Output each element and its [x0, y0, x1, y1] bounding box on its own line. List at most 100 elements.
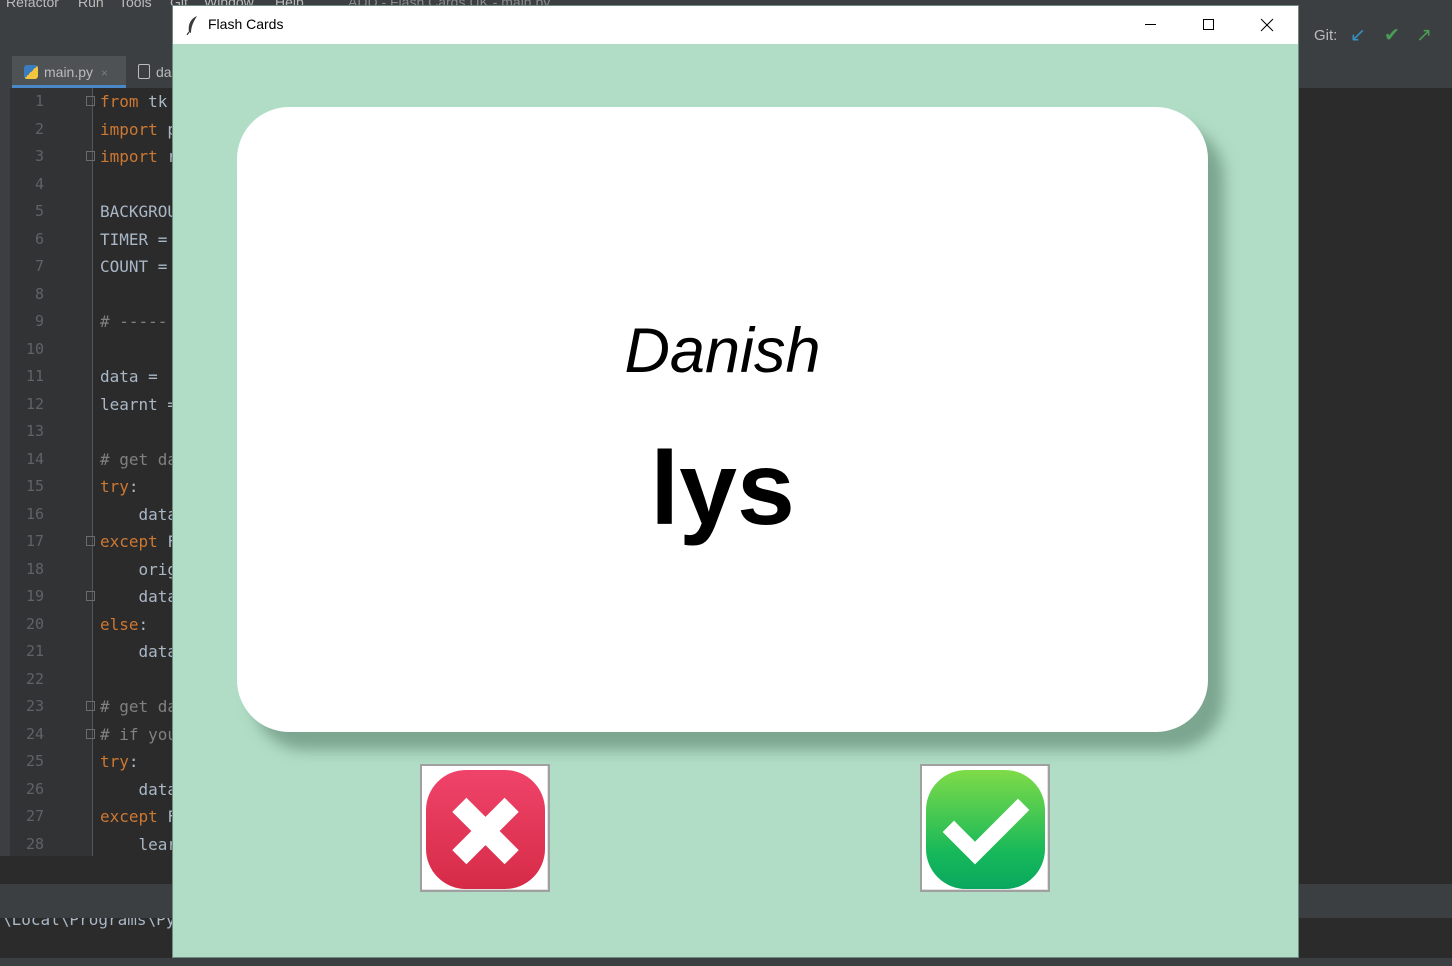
code-comment: # if you	[100, 724, 178, 744]
code-line: import r	[100, 143, 177, 170]
line-number: 23	[25, 697, 44, 715]
code-line: data	[100, 501, 178, 528]
menu-run[interactable]: Run	[78, 0, 104, 10]
right-button[interactable]	[920, 764, 1050, 892]
app-canvas: Danish lys	[173, 44, 1298, 957]
code-keyword: try	[100, 477, 129, 496]
code-keyword: import	[100, 147, 158, 166]
card-language: Danish	[624, 316, 821, 386]
fold-marker-icon[interactable]	[86, 728, 95, 739]
line-number: 12	[25, 394, 44, 413]
fold-marker-icon[interactable]	[86, 701, 95, 711]
code-line: data =	[100, 363, 158, 390]
code-line: try:	[100, 748, 139, 775]
window-titlebar[interactable]: Flash Cards	[173, 6, 1298, 44]
close-button[interactable]	[1238, 6, 1296, 44]
code-line: except F	[100, 528, 177, 555]
code-line: from tk	[100, 88, 167, 115]
menu-tools[interactable]: Tools	[119, 0, 152, 10]
code-line: data	[100, 776, 178, 803]
line-number: 17	[25, 532, 44, 550]
flash-cards-window: Flash Cards Danish lys	[173, 6, 1298, 957]
code-line: # -----	[100, 308, 167, 335]
code-line: data	[100, 583, 178, 610]
line-number: 14	[25, 449, 44, 468]
line-number: 7	[34, 257, 44, 275]
code-comment: # get da	[100, 697, 178, 716]
code-line: learnt =	[100, 391, 177, 418]
window-title: Flash Cards	[208, 16, 284, 32]
git-toolbar: Git: ↙ ✔ ↗	[1300, 22, 1452, 56]
code-line: # get da	[100, 693, 177, 720]
git-commit-icon[interactable]: ✔	[1384, 24, 1400, 46]
code-text: COUNT =	[100, 257, 168, 276]
line-number: 22	[25, 669, 44, 688]
line-number: 26	[25, 779, 44, 798]
code-text: orig	[100, 559, 178, 579]
card-word: lys	[650, 431, 795, 547]
code-line: COUNT =	[100, 253, 167, 280]
git-push-icon[interactable]: ↗	[1416, 24, 1432, 46]
line-number: 8	[34, 284, 44, 303]
line-number: 4	[34, 174, 44, 193]
menu-refactor[interactable]: Refactor	[6, 0, 59, 10]
line-number: 9	[34, 312, 44, 330]
line-number: 16	[25, 504, 44, 523]
code-line: except F	[100, 803, 177, 830]
code-keyword: import	[100, 119, 158, 139]
line-number: 27	[25, 807, 44, 825]
cross-icon	[452, 797, 519, 865]
line-number: 1	[34, 92, 44, 110]
code-line: import p	[100, 116, 177, 143]
line-number: 18	[25, 559, 44, 578]
line-number: 10	[25, 339, 44, 358]
wrong-button[interactable]	[420, 764, 550, 892]
maximize-button[interactable]	[1179, 6, 1237, 44]
code-line: orig	[100, 556, 178, 583]
flash-card: Danish lys	[237, 107, 1208, 732]
tab-close-icon[interactable]: ×	[101, 66, 108, 80]
code-keyword: try	[100, 752, 129, 771]
line-number: 21	[25, 642, 44, 660]
line-number: 19	[25, 587, 44, 605]
code-text: data	[100, 642, 178, 661]
line-number: 11	[25, 367, 44, 385]
code-text: learnt =	[100, 394, 178, 414]
fold-marker-icon[interactable]	[86, 96, 95, 106]
code-line: BACKGROU	[100, 198, 177, 225]
code-line: lear	[100, 831, 178, 858]
python-file-icon	[24, 65, 38, 79]
git-label: Git:	[1314, 27, 1338, 44]
code-text: lear	[100, 834, 178, 854]
code-text: tk	[138, 92, 168, 111]
code-line: # get da	[100, 446, 177, 473]
code-keyword: else	[100, 614, 139, 634]
tab-main-py[interactable]: main.py ×	[12, 56, 126, 88]
code-comment: # -----	[100, 312, 168, 331]
fold-marker-icon[interactable]	[86, 151, 95, 161]
fold-marker-icon[interactable]	[86, 591, 95, 601]
tab-data[interactable]: da	[138, 56, 178, 88]
ide-right-panel: Git: ↙ ✔ ↗	[1300, 22, 1452, 856]
git-update-icon[interactable]: ↙	[1350, 24, 1366, 46]
minimize-button[interactable]	[1121, 6, 1179, 44]
code-text: BACKGROU	[100, 202, 178, 221]
maximize-icon	[1203, 19, 1214, 30]
code-text: :	[128, 752, 139, 771]
line-number: 6	[34, 229, 44, 248]
fold-marker-icon[interactable]	[86, 536, 95, 546]
line-number: 28	[25, 834, 44, 853]
line-number: 13	[25, 422, 44, 440]
close-icon	[1260, 18, 1274, 32]
code-line: else:	[100, 611, 148, 638]
line-number: 2	[34, 119, 44, 138]
right-tab-area	[1300, 56, 1452, 88]
line-number: 5	[34, 202, 44, 220]
file-icon	[138, 64, 150, 79]
code-line: data	[100, 638, 178, 665]
tk-feather-icon	[186, 16, 197, 35]
code-line: # if you	[100, 721, 177, 748]
code-keyword: except	[100, 532, 158, 551]
code-keyword: from	[100, 92, 139, 111]
code-text: data	[100, 779, 178, 799]
